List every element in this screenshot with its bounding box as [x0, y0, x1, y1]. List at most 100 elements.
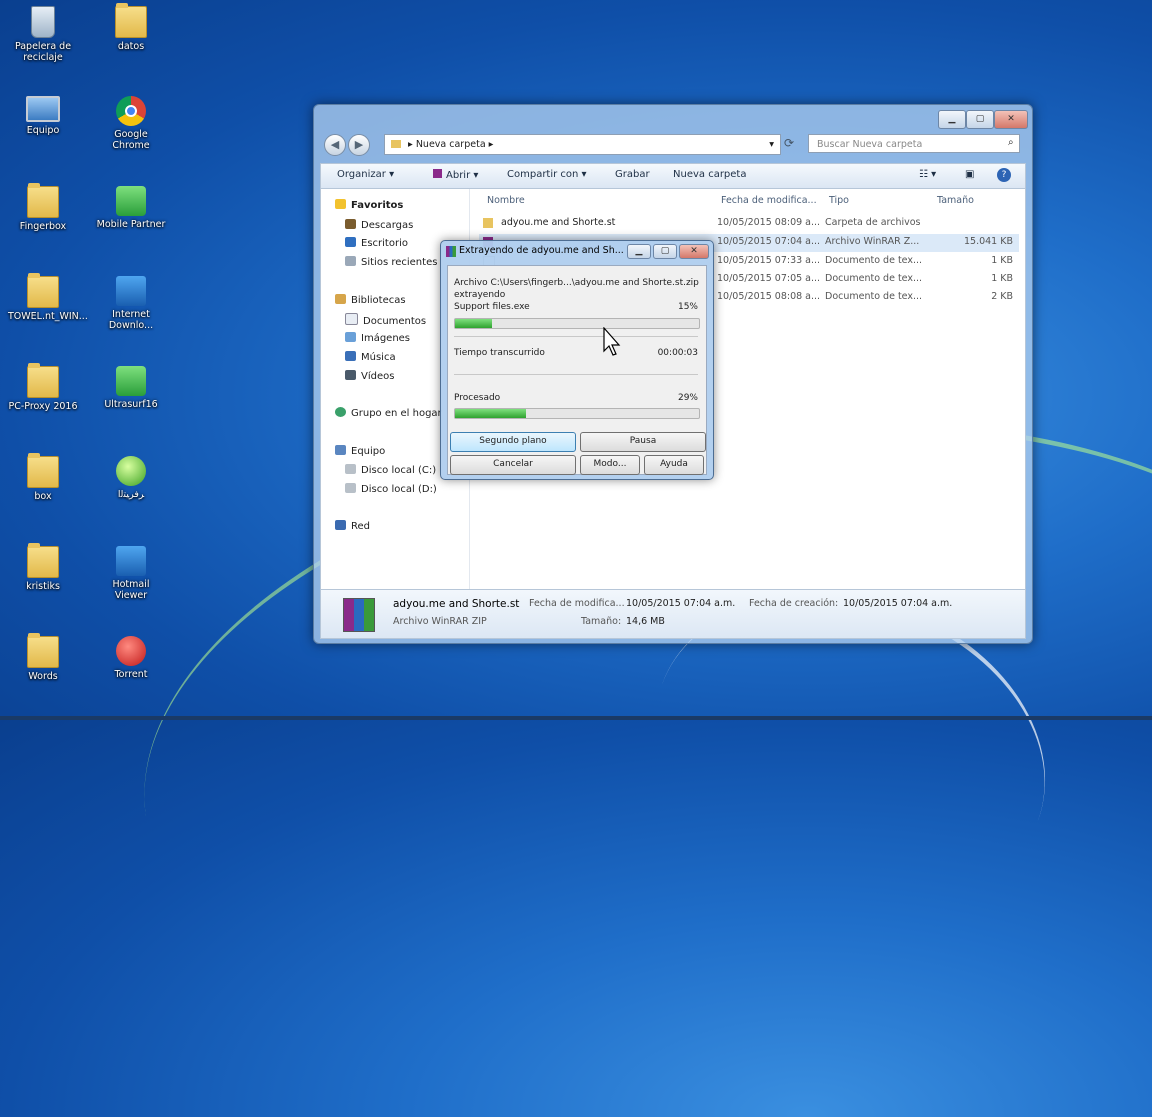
- open-button[interactable]: Abrir ▾: [433, 169, 478, 181]
- winrar-extract-dialog[interactable]: Extrayendo de adyou.me and Sh... ▁ ▢ ✕ A…: [440, 240, 714, 480]
- music-icon: [345, 351, 356, 361]
- file-size: 1 KB: [991, 273, 1013, 284]
- share-button[interactable]: Compartir con ▾: [507, 169, 587, 180]
- nav-desktop[interactable]: Escritorio: [345, 237, 408, 249]
- column-header-modified[interactable]: Fecha de modifica...: [721, 195, 817, 206]
- file-type: Documento de tex...: [825, 273, 923, 284]
- nav-computer[interactable]: Equipo: [335, 445, 385, 457]
- desktop-icon-item[interactable]: Mobile Partner: [96, 186, 166, 230]
- desktop-icon-item[interactable]: Torrent: [96, 636, 166, 680]
- processed-progress-fill: [455, 409, 526, 418]
- details-file-name: adyou.me and Shorte.st: [393, 598, 520, 610]
- maximize-button[interactable]: ▢: [966, 110, 994, 129]
- desktop-icon-item[interactable]: ﺮﻓﺮﯿﺘﻟا: [96, 456, 166, 500]
- app-icon: [116, 456, 146, 486]
- nav-homegroup[interactable]: Grupo en el hogar: [335, 407, 442, 419]
- desktop-icon-label: Torrent: [114, 669, 148, 680]
- nav-favorites[interactable]: Favoritos: [335, 199, 403, 211]
- forward-button[interactable]: ▶: [348, 134, 370, 156]
- nav-disk-d[interactable]: Disco local (D:): [345, 483, 437, 495]
- desktop-icon-label: ﺮﻓﺮﯿﺘﻟا: [117, 489, 145, 500]
- dialog-close-button[interactable]: ✕: [679, 244, 709, 259]
- desktop-icon-label: Google Chrome: [112, 129, 150, 151]
- nav-disk-c[interactable]: Disco local (C:): [345, 464, 436, 476]
- address-bar[interactable]: ▸ Nueva carpeta ▸ ▾: [384, 134, 781, 155]
- details-modified-value: 10/05/2015 07:04 a.m.: [626, 598, 736, 609]
- chrome-icon: [116, 96, 146, 126]
- desktop-icon-item[interactable]: Hotmail Viewer: [96, 546, 166, 601]
- pause-button[interactable]: Pausa: [580, 432, 706, 452]
- desktop-icon-item[interactable]: kristiks: [8, 543, 78, 592]
- nav-documents[interactable]: Documentos: [345, 313, 426, 327]
- minimize-button[interactable]: ▁: [938, 110, 966, 129]
- address-dropdown-icon[interactable]: ▾: [769, 135, 774, 154]
- dialog-minimize-button[interactable]: ▁: [627, 244, 651, 259]
- folder-icon: [27, 183, 59, 218]
- dialog-body: Archivo C:\Users\fingerb...\adyou.me and…: [447, 265, 707, 475]
- preview-pane-icon[interactable]: ▣: [965, 169, 974, 180]
- documents-icon: [345, 313, 358, 325]
- videos-icon: [345, 370, 356, 380]
- desktop-icon-label: Mobile Partner: [96, 219, 166, 230]
- close-button[interactable]: ✕: [994, 110, 1028, 129]
- desktop-icon-item[interactable]: Ultrasurf16: [96, 366, 166, 410]
- divider: [454, 336, 698, 337]
- column-header-type[interactable]: Tipo: [829, 195, 849, 206]
- organize-button[interactable]: Organizar ▾: [337, 169, 394, 180]
- search-icon[interactable]: ⌕: [1008, 137, 1014, 148]
- dialog-maximize-button[interactable]: ▢: [653, 244, 677, 259]
- desktop-icon-item[interactable]: Internet Downlo...: [96, 276, 166, 331]
- column-header-size[interactable]: Tamaño: [937, 195, 974, 206]
- desktop-icon-item[interactable]: PC-Proxy 2016: [8, 363, 78, 412]
- taskbar[interactable]: [0, 716, 1152, 720]
- file-size: 2 KB: [991, 291, 1013, 302]
- cancel-button[interactable]: Cancelar: [450, 455, 576, 475]
- desktop-icon-label: Hotmail Viewer: [112, 579, 150, 601]
- nav-libraries[interactable]: Bibliotecas: [335, 294, 406, 306]
- breadcrumb-folder[interactable]: Nueva carpeta: [416, 139, 486, 150]
- folder-icon: [483, 218, 493, 228]
- desktop-icon-item[interactable]: box: [8, 453, 78, 502]
- nav-downloads[interactable]: Descargas: [345, 219, 413, 231]
- view-options-icon[interactable]: ☷ ▾: [919, 169, 936, 180]
- nav-music[interactable]: Música: [345, 351, 396, 363]
- shortcut-icon: [116, 546, 146, 576]
- nav-images[interactable]: Imágenes: [345, 332, 410, 344]
- breadcrumb-separator: ▸: [488, 139, 494, 150]
- desktop-icon: [345, 237, 356, 247]
- background-button[interactable]: Segundo plano: [450, 432, 576, 452]
- desktop-icon-item[interactable]: TOWEL.nt_WIN...: [8, 273, 88, 322]
- help-icon[interactable]: ?: [997, 168, 1011, 182]
- search-input[interactable]: Buscar Nueva carpeta: [808, 134, 1020, 153]
- desktop-icon-item[interactable]: Papelera de reciclaje: [8, 6, 78, 63]
- file-size: 15.041 KB: [963, 236, 1013, 247]
- desktop-icon-label: Ultrasurf16: [104, 399, 158, 410]
- winrar-icon: [433, 169, 442, 178]
- nav-recent[interactable]: Sitios recientes: [345, 256, 437, 268]
- column-header-name[interactable]: Nombre: [487, 195, 525, 206]
- nav-network[interactable]: Red: [335, 520, 370, 532]
- ultrasurf-icon: [116, 366, 146, 396]
- new-folder-button[interactable]: Nueva carpeta: [673, 169, 746, 180]
- desktop-icon-item[interactable]: datos: [96, 3, 166, 52]
- desktop-icon-item[interactable]: Google Chrome: [96, 96, 166, 151]
- refresh-icon[interactable]: ⟳: [784, 136, 794, 150]
- nav-videos[interactable]: Vídeos: [345, 370, 394, 382]
- file-name: adyou.me and Shorte.st: [501, 217, 616, 228]
- help-button[interactable]: Ayuda: [644, 455, 704, 475]
- file-modified: 10/05/2015 07:05 a...: [717, 273, 821, 284]
- file-row[interactable]: adyou.me and Shorte.st 10/05/2015 08:09 a…: [479, 215, 1019, 233]
- burn-button[interactable]: Grabar: [615, 169, 650, 180]
- file-percent: 15%: [677, 302, 698, 312]
- desktop-icon-label: Equipo: [26, 125, 60, 136]
- address-row: ◀ ▶ ▸ Nueva carpeta ▸ ▾ ⟳ Buscar Nueva c…: [320, 131, 1024, 157]
- file-type: Documento de tex...: [825, 255, 923, 266]
- desktop-icon-label: box: [34, 491, 52, 502]
- winrar-archive-icon: [343, 598, 375, 632]
- mode-button[interactable]: Modo...: [580, 455, 640, 475]
- current-file: Support files.exe: [454, 302, 530, 312]
- desktop-icon-item[interactable]: Equipo: [8, 96, 78, 136]
- desktop-icon-item[interactable]: Words: [8, 633, 78, 682]
- desktop-icon-item[interactable]: Fingerbox: [8, 183, 78, 232]
- back-button[interactable]: ◀: [324, 134, 346, 156]
